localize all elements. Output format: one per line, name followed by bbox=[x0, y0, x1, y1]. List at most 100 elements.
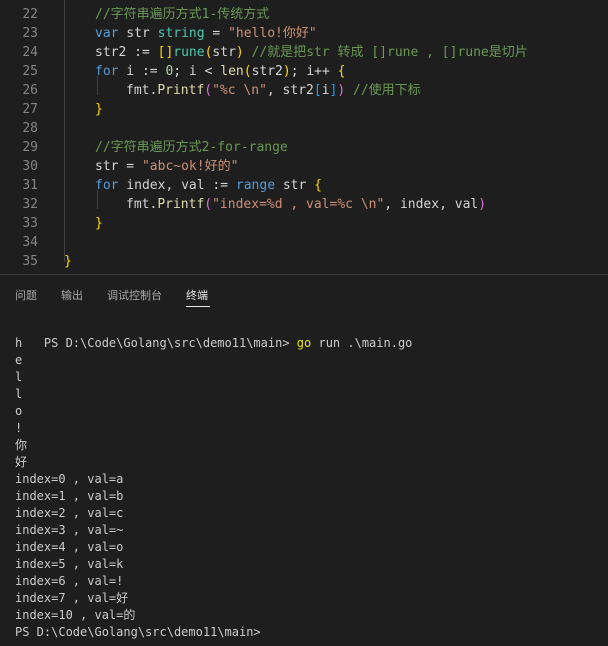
panel-tab[interactable]: 输出 bbox=[61, 287, 83, 303]
code-token: rune bbox=[173, 45, 205, 60]
terminal-output-line: h bbox=[15, 336, 23, 350]
code-token: i := bbox=[118, 64, 166, 79]
panel-tab[interactable]: 问题 bbox=[15, 287, 37, 303]
panel-tab-bar: 问题 输出 调试控制台 终端 bbox=[0, 275, 608, 311]
terminal-output-line: index=0 , val=a bbox=[15, 472, 124, 486]
line-number: 28 bbox=[22, 121, 38, 136]
terminal-output-line: index=10 , val=的 bbox=[15, 608, 136, 622]
code-line: 32 fmt.Printf("index=%d , val=%c \n", ind… bbox=[0, 195, 608, 214]
code-token: ( bbox=[204, 83, 213, 98]
code-token: ( bbox=[204, 197, 213, 212]
line-number: 31 bbox=[22, 178, 38, 193]
code-token: str = bbox=[95, 159, 142, 174]
line-number: 25 bbox=[22, 64, 38, 79]
code-token: //就是把str 转成 []rune , []rune是切片 bbox=[243, 45, 528, 60]
code-token: [] bbox=[157, 45, 174, 60]
code-token: [ bbox=[313, 83, 322, 98]
code-text: str2 := []rune(str) //就是把str 转成 []rune ,… bbox=[95, 43, 528, 62]
code-line: 25 for i := 0; i < len(str2); i++ { bbox=[0, 62, 608, 81]
code-text: fmt.Printf("%c \n", str2[i]) //使用下标 bbox=[126, 81, 421, 100]
line-number: 30 bbox=[22, 159, 38, 174]
terminal-output-line: index=5 , val=k bbox=[15, 557, 124, 571]
code-token: str2 bbox=[251, 64, 283, 79]
line-number: 32 bbox=[22, 197, 38, 212]
line-number: 33 bbox=[22, 216, 38, 231]
terminal-output-line: index=3 , val=~ bbox=[15, 523, 124, 537]
terminal-output-line: index=4 , val=o bbox=[15, 540, 124, 554]
code-line: 34 bbox=[0, 233, 608, 252]
code-token: "%c \n" bbox=[212, 83, 267, 98]
code-token: } bbox=[64, 254, 72, 269]
code-token: Printf bbox=[157, 197, 205, 212]
code-token: , str2 bbox=[266, 83, 314, 98]
code-token: fmt. bbox=[126, 197, 158, 212]
code-line: 27} bbox=[0, 100, 608, 119]
code-token: } bbox=[95, 102, 103, 117]
line-number: 22 bbox=[22, 7, 38, 22]
terminal-output-line: index=7 , val=好 bbox=[15, 591, 129, 605]
terminal-final-prompt: PS D:\Code\Golang\src\demo11\main> bbox=[15, 625, 261, 639]
code-token: //字符串遍历方式1-传统方式 bbox=[95, 7, 270, 22]
terminal-output-line: index=2 , val=c bbox=[15, 506, 124, 520]
code-line: 31 for index, val := range str { bbox=[0, 176, 608, 195]
panel-tab[interactable]: 终端 bbox=[186, 287, 208, 303]
panel-tab[interactable]: 调试控制台 bbox=[107, 287, 162, 303]
terminal-panel[interactable]: PS D:\Code\Golang\src\demo11\main> go ru… bbox=[0, 318, 608, 646]
terminal-output-line: l bbox=[15, 387, 23, 401]
code-token: len bbox=[220, 64, 244, 79]
code-token: ) bbox=[282, 64, 291, 79]
code-line: 29 //字符串遍历方式2-for-range bbox=[0, 138, 608, 157]
code-text: //字符串遍历方式1-传统方式 bbox=[95, 5, 269, 24]
code-line: 35} bbox=[0, 252, 608, 271]
code-token: { bbox=[337, 64, 346, 79]
code-token: //字符串遍历方式2-for-range bbox=[95, 140, 288, 155]
line-number: 26 bbox=[22, 83, 38, 98]
code-text: fmt.Printf("index=%d , val=%c \n", index… bbox=[126, 195, 486, 214]
code-token: ; i < bbox=[173, 64, 221, 79]
code-token: , index, val bbox=[384, 197, 479, 212]
code-line: 24 str2 := []rune(str) //就是把str 转成 []rune… bbox=[0, 43, 608, 62]
code-token: str bbox=[118, 26, 158, 41]
code-token: { bbox=[314, 178, 322, 193]
code-token: //使用下标 bbox=[345, 83, 421, 98]
code-token: for bbox=[95, 64, 119, 79]
code-token: "index=%d , val=%c \n" bbox=[212, 197, 385, 212]
line-number: 29 bbox=[22, 140, 38, 155]
code-token: i bbox=[321, 83, 330, 98]
terminal-output-line: e bbox=[15, 353, 23, 367]
code-line: 30 str = "abc~ok!好的" bbox=[0, 157, 608, 176]
line-number: 23 bbox=[22, 26, 38, 41]
code-token: ) bbox=[478, 197, 487, 212]
terminal-command-line: PS D:\Code\Golang\src\demo11\main> go ru… bbox=[15, 318, 412, 369]
line-number: 34 bbox=[22, 235, 38, 250]
code-text: for index, val := range str { bbox=[95, 176, 322, 195]
terminal-output-line: ! bbox=[15, 421, 23, 435]
terminal-command: go bbox=[296, 336, 312, 350]
code-token: ) bbox=[337, 83, 346, 98]
code-token: ( bbox=[243, 64, 252, 79]
code-token: string bbox=[157, 26, 205, 41]
code-token: fmt. bbox=[126, 83, 158, 98]
code-text: //字符串遍历方式2-for-range bbox=[95, 138, 288, 157]
code-line: 28 bbox=[0, 119, 608, 138]
terminal-output-line: o bbox=[15, 404, 23, 418]
code-token: = bbox=[204, 26, 229, 41]
code-token: index, val := bbox=[118, 178, 236, 193]
terminal-output-line: l bbox=[15, 370, 23, 384]
code-token: str bbox=[212, 45, 236, 60]
code-token: "hello!你好" bbox=[228, 26, 317, 41]
code-token: for bbox=[95, 178, 119, 193]
terminal-command-args: run .\main.go bbox=[318, 336, 413, 350]
terminal-output-line: index=1 , val=b bbox=[15, 489, 124, 503]
code-text: var str string = "hello!你好" bbox=[95, 24, 317, 43]
code-line: 22 //字符串遍历方式1-传统方式 bbox=[0, 5, 608, 24]
code-text: for i := 0; i < len(str2); i++ { bbox=[95, 62, 346, 81]
code-text: } bbox=[64, 252, 72, 271]
code-editor[interactable]: 22 //字符串遍历方式1-传统方式 23 var str string = "hel… bbox=[0, 0, 608, 274]
code-text: } bbox=[95, 100, 103, 119]
code-line: 33} bbox=[0, 214, 608, 233]
active-tab-indicator bbox=[186, 306, 210, 307]
code-token: range bbox=[235, 178, 276, 193]
terminal-prompt: PS D:\Code\Golang\src\demo11\main> bbox=[43, 336, 290, 350]
code-line: 23 var str string = "hello!你好" bbox=[0, 24, 608, 43]
